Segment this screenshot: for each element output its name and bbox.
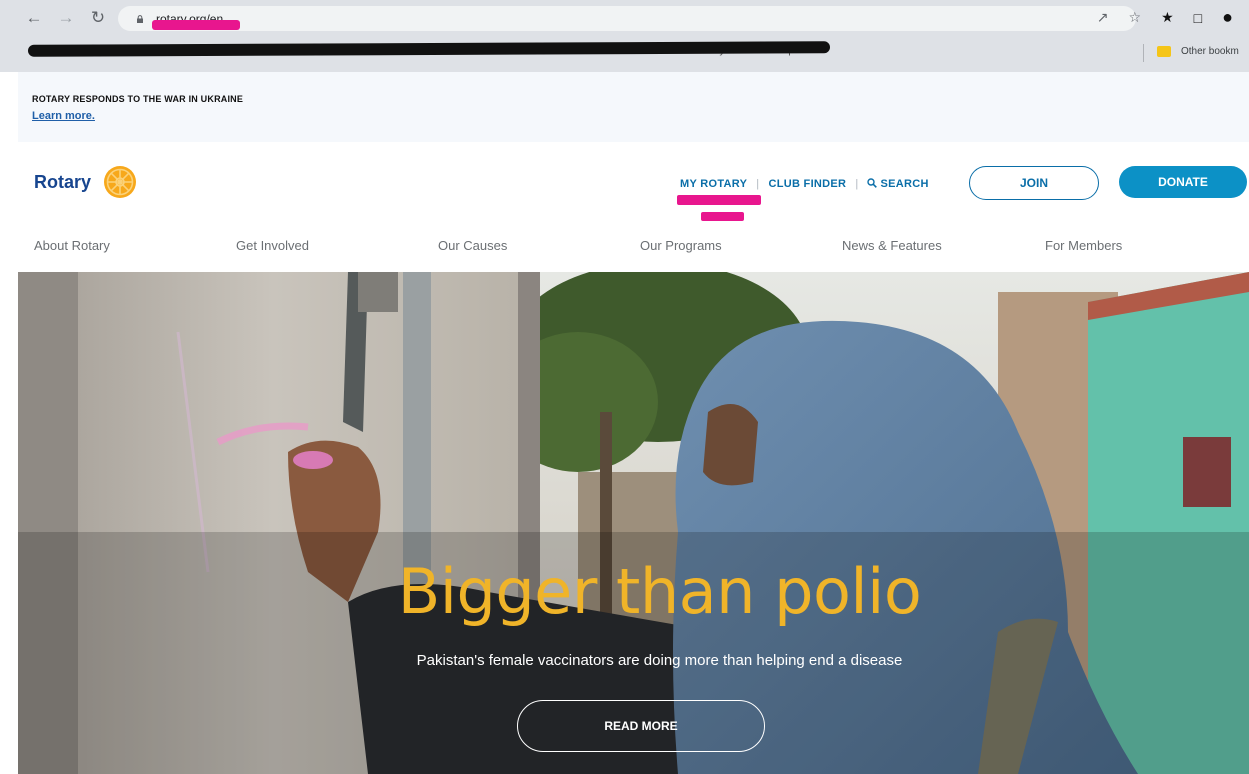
sidebar-icon[interactable]: □ [1194,10,1202,26]
nav-our-causes[interactable]: Our Causes [438,238,507,253]
back-icon[interactable]: ← [22,6,46,30]
hero-photo [18,272,1249,774]
hero-subtitle: Pakistan's female vaccinators are doing … [416,652,903,669]
utility-nav: MY ROTARY | CLUB FINDER | SEARCH [680,178,929,190]
search-label: SEARCH [880,178,929,190]
nav-our-programs[interactable]: Our Programs [640,238,722,253]
star-icon[interactable]: ☆ [1129,9,1142,26]
alert-banner: ROTARY RESPONDS TO THE WAR IN UKRAINE Le… [18,72,1249,142]
folder-icon [1157,46,1171,57]
nav-for-members[interactable]: For Members [1045,238,1122,253]
address-bar[interactable]: rotary.org/en [118,6,1136,31]
bookmarks-divider [1143,44,1144,62]
nav-news-features[interactable]: News & Features [842,238,942,253]
join-button[interactable]: JOIN [969,166,1099,200]
rotary-wheel-icon[interactable] [102,164,138,200]
annotation-scribble [152,20,240,30]
nav-divider: | [756,178,760,190]
profile-icon[interactable]: ● [1222,7,1233,28]
other-bookmarks[interactable]: Other bookm [1181,46,1239,57]
alert-title: ROTARY RESPONDS TO THE WAR IN UKRAINE [32,94,244,104]
browser-actions: ↗ ☆ ★ □ ● [1097,7,1233,28]
main-nav: About Rotary Get Involved Our Causes Our… [34,238,1154,258]
share-icon[interactable]: ↗ [1097,9,1109,26]
nav-get-involved[interactable]: Get Involved [236,238,309,253]
learn-more-link[interactable]: Learn more. [32,110,95,122]
donate-button[interactable]: DONATE [1119,166,1247,198]
annotation-highlight [701,212,744,221]
read-more-button[interactable]: READ MORE [517,700,765,752]
club-finder-link[interactable]: CLUB FINDER [768,178,846,190]
search-icon [867,178,878,188]
reload-icon[interactable]: ↻ [86,6,110,30]
hero-title: Bigger than polio [397,555,922,628]
rotary-logo-text[interactable]: Rotary [34,172,91,193]
annotation-highlight [677,195,761,205]
nav-divider: | [855,178,859,190]
extension-icon[interactable]: ★ [1161,9,1174,26]
forward-icon[interactable]: → [54,6,78,30]
my-rotary-link[interactable]: MY ROTARY [680,178,747,190]
lock-icon [137,14,143,23]
browser-chrome: ← → ↻ rotary.org/en ↗ ☆ ★ □ ● Canva Bay … [0,0,1249,72]
search-link[interactable]: SEARCH [867,178,928,190]
nav-about-rotary[interactable]: About Rotary [34,238,110,253]
hero-banner: Bigger than polio Pakistan's female vacc… [18,272,1249,774]
